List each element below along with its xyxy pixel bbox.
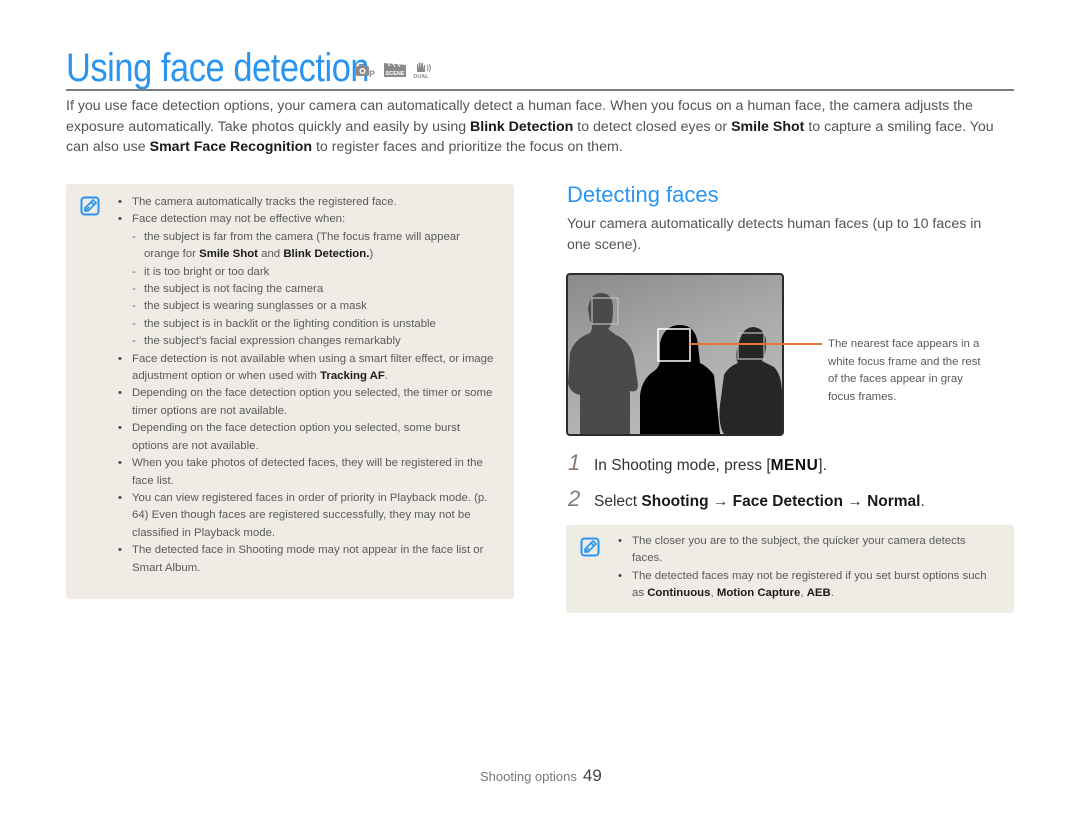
dual-is-icon: DUAL <box>413 62 433 79</box>
note-term: AEB <box>806 587 831 600</box>
step-1: 1 In Shooting mode, press [MENU]. <box>568 450 827 476</box>
note-text: . <box>830 587 834 600</box>
intro-term-sfr: Smart Face Recognition <box>149 139 313 155</box>
note-pencil-icon <box>80 196 100 216</box>
menu-path-item: Face Detection <box>732 493 843 510</box>
menu-path-item: Normal <box>867 493 921 510</box>
note-text: Face detection is not available when usi… <box>132 352 494 383</box>
note-item: The detected faces may not be registered… <box>616 568 998 603</box>
note-term: Smile Shot <box>199 248 258 261</box>
svg-text:SCENE: SCENE <box>386 71 405 77</box>
note-item: The detected face in Shooting mode may n… <box>116 542 498 577</box>
step-text-part: ]. <box>818 457 827 474</box>
smart-auto-camera-icon: P <box>355 62 377 78</box>
note-box-left: The camera automatically tracks the regi… <box>66 184 514 599</box>
note-subitem: the subject is far from the camera (The … <box>116 229 498 264</box>
intro-text: to detect closed eyes or <box>573 118 732 135</box>
note-text: and <box>257 248 284 261</box>
step-number: 2 <box>568 486 581 511</box>
scene-icon: SCENE <box>383 62 407 78</box>
menu-key: MENU <box>770 457 819 474</box>
intro-term-blink: Blink Detection <box>470 118 574 135</box>
footer-section: Shooting options <box>480 769 577 784</box>
face-detection-illustration <box>566 273 784 436</box>
note-list-left: The camera automatically tracks the regi… <box>116 194 498 577</box>
intro-paragraph: If you use face detection options, your … <box>66 96 1016 158</box>
note-term: Continuous <box>647 587 711 600</box>
section-title: Detecting faces <box>567 182 719 207</box>
step-text-part: . <box>920 493 925 510</box>
note-text: . <box>384 370 389 383</box>
note-box-right: The closer you are to the subject, the q… <box>566 525 1014 613</box>
note-item: You can view registered faces in order o… <box>116 490 498 542</box>
step-text: Select Shooting → Face Detection → Norma… <box>594 493 925 511</box>
page-title: Using face detection <box>66 46 370 90</box>
step-text-part: In Shooting mode, press [ <box>594 457 771 474</box>
page-number: 49 <box>582 766 602 785</box>
page-footer: Shooting options 49 <box>480 766 602 786</box>
intro-term-smile: Smile Shot <box>731 118 805 135</box>
intro-text: to register faces and prioritize the foc… <box>312 139 623 155</box>
step-number: 1 <box>568 450 581 475</box>
person-silhouette-center <box>640 325 720 434</box>
note-list-right: The closer you are to the subject, the q… <box>616 533 998 603</box>
svg-text:P: P <box>369 69 375 78</box>
note-subitem: the subject is not facing the camera <box>116 281 498 299</box>
note-item: The closer you are to the subject, the q… <box>616 533 998 568</box>
note-term: Tracking AF <box>320 370 385 383</box>
person-silhouette-left <box>568 293 638 434</box>
note-text: ) <box>369 248 374 261</box>
step-text: In Shooting mode, press [MENU]. <box>594 457 827 475</box>
section-description: Your camera automatically detects human … <box>567 216 982 253</box>
title-rule <box>66 89 1014 91</box>
arrow: → <box>708 493 733 510</box>
note-term: Blink Detection. <box>283 248 370 261</box>
svg-text:DUAL: DUAL <box>413 74 429 79</box>
note-item: When you take photos of detected faces, … <box>116 455 498 490</box>
menu-path-item: Shooting <box>641 493 709 510</box>
note-subitem: it is too bright or too dark <box>116 264 498 282</box>
arrow: → <box>842 493 868 510</box>
note-subitem: the subject is in backlit or the lightin… <box>116 316 498 334</box>
callout-line <box>690 343 822 345</box>
note-subitem: the subject is wearing sunglasses or a m… <box>116 298 498 316</box>
callout-text: The nearest face appears in a white focu… <box>828 338 981 403</box>
note-item: Face detection may not be effective when… <box>116 211 498 229</box>
note-term: Motion Capture <box>716 587 801 600</box>
mode-icons: P SCENE DUAL <box>355 62 433 79</box>
note-item: Depending on the face detection option y… <box>116 420 498 455</box>
step-2: 2 Select Shooting → Face Detection → Nor… <box>568 486 925 512</box>
step-text-part: Select <box>594 493 642 510</box>
note-item: Depending on the face detection option y… <box>116 385 498 420</box>
note-subitem: the subject's facial expression changes … <box>116 333 498 351</box>
note-pencil-icon <box>580 537 600 557</box>
note-item: Face detection is not available when usi… <box>116 351 498 386</box>
note-item: The camera automatically tracks the regi… <box>116 194 498 212</box>
